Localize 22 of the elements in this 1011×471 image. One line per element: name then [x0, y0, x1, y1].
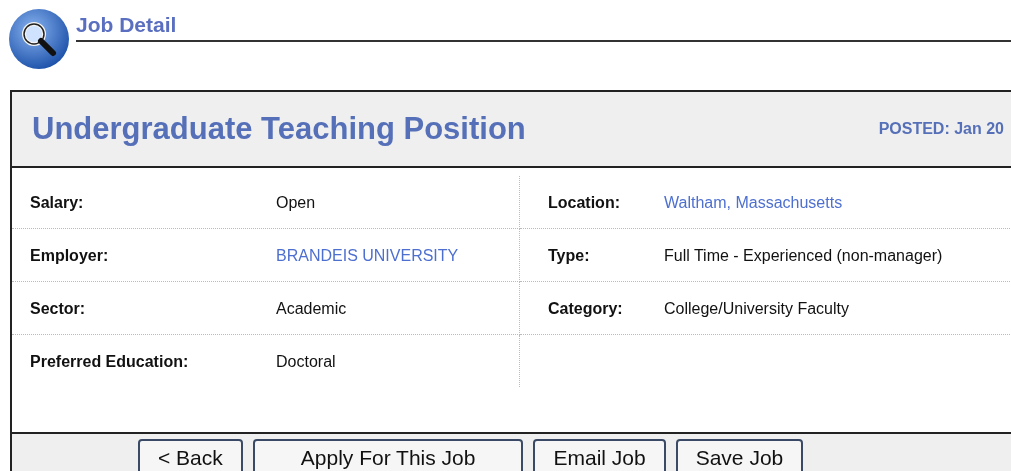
- action-button[interactable]: Email Job: [533, 439, 666, 471]
- field-value: Doctoral: [276, 352, 336, 372]
- field-value: College/University Faculty: [664, 299, 850, 319]
- field-value: Full Time - Experienced (non-manager): [664, 246, 944, 266]
- job-title: Undergraduate Teaching Position: [32, 111, 527, 147]
- action-button[interactable]: Apply For This Job: [252, 439, 524, 471]
- field-label: Category:: [548, 299, 624, 319]
- field-label: Salary:: [30, 193, 85, 213]
- posted-date: POSTED: Jan 20: [878, 120, 1004, 138]
- field-label: Sector:: [30, 299, 87, 319]
- field-link[interactable]: BRANDEIS UNIVERSITY: [276, 241, 459, 271]
- field-label: Employer:: [30, 246, 110, 266]
- action-button[interactable]: Save Job: [675, 439, 804, 471]
- action-button[interactable]: < Back: [138, 439, 243, 471]
- search-icon: [8, 8, 70, 70]
- section-title: Job Detail: [76, 13, 177, 37]
- field-link[interactable]: Waltham, Massachusetts: [664, 188, 954, 218]
- field-label: Location:: [548, 193, 621, 213]
- field-label: Preferred Education:: [30, 352, 190, 372]
- field-label: Type:: [548, 246, 591, 266]
- field-value: Open: [276, 193, 316, 213]
- field-value: Academic: [276, 299, 347, 319]
